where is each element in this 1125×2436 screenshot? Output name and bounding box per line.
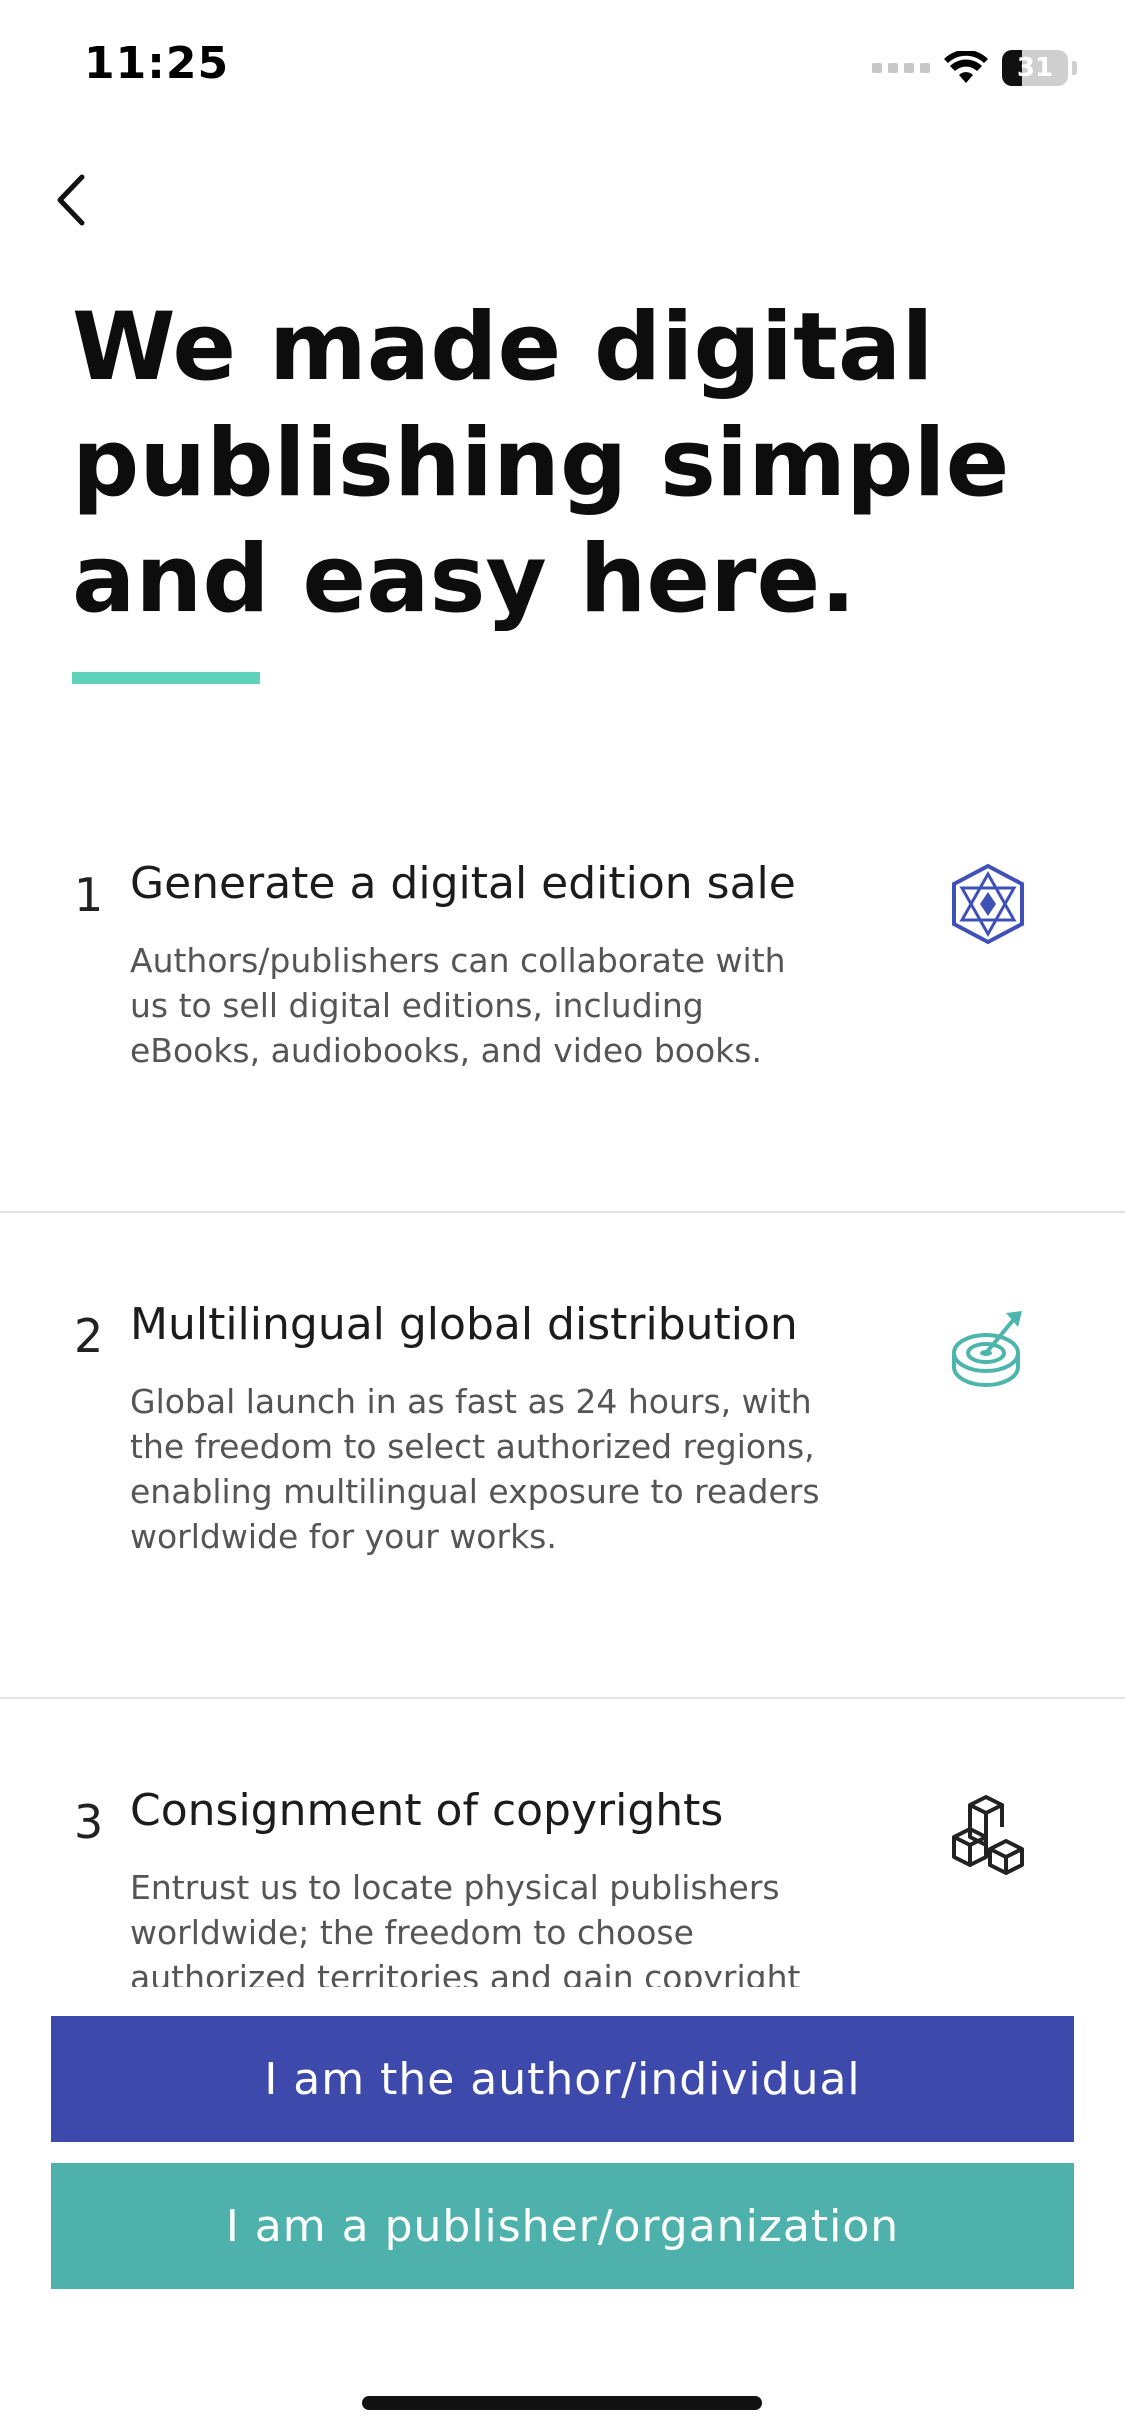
status-time: 11:25 <box>84 38 230 89</box>
home-indicator[interactable] <box>362 2396 762 2410</box>
back-button[interactable] <box>40 160 100 240</box>
step-item-3: 3 Consignment of copyrights Entrust us t… <box>0 1777 1125 1987</box>
step-title: Multilingual global distribution <box>130 1299 798 1350</box>
divider <box>0 1697 1125 1699</box>
step-number: 2 <box>74 1309 104 1363</box>
battery-level: 31 <box>1016 53 1054 83</box>
step-title: Generate a digital edition sale <box>130 858 796 909</box>
cellular-signal-icon <box>872 63 930 73</box>
step-number: 3 <box>74 1795 104 1849</box>
chevron-left-icon <box>57 174 85 226</box>
step-number: 1 <box>74 868 104 922</box>
publisher-organization-button[interactable]: I am a publisher/organization <box>51 2163 1074 2289</box>
step-description: Authors/publishers can collaborate with … <box>130 941 786 1070</box>
divider <box>0 1211 1125 1213</box>
screen: 11:25 31 We made digital publishing simp… <box>0 0 1125 2436</box>
battery-icon: 31 <box>1002 50 1068 86</box>
author-individual-button[interactable]: I am the author/individual <box>51 2016 1074 2142</box>
status-icons: 31 <box>872 48 1077 88</box>
blocks-icon <box>952 1795 1024 1875</box>
target-icon <box>952 1311 1022 1387</box>
gem-icon <box>952 863 1024 945</box>
step-title: Consignment of copyrights <box>130 1785 724 1836</box>
page-title: We made digital publishing simple and ea… <box>72 293 1010 634</box>
wifi-icon <box>944 51 988 83</box>
step-description: Global launch in as fast as 24 hours, wi… <box>130 1382 820 1556</box>
step-description: Entrust us to locate physical publishers… <box>130 1868 801 1987</box>
title-accent-bar <box>72 672 260 684</box>
battery-nub <box>1072 61 1077 75</box>
